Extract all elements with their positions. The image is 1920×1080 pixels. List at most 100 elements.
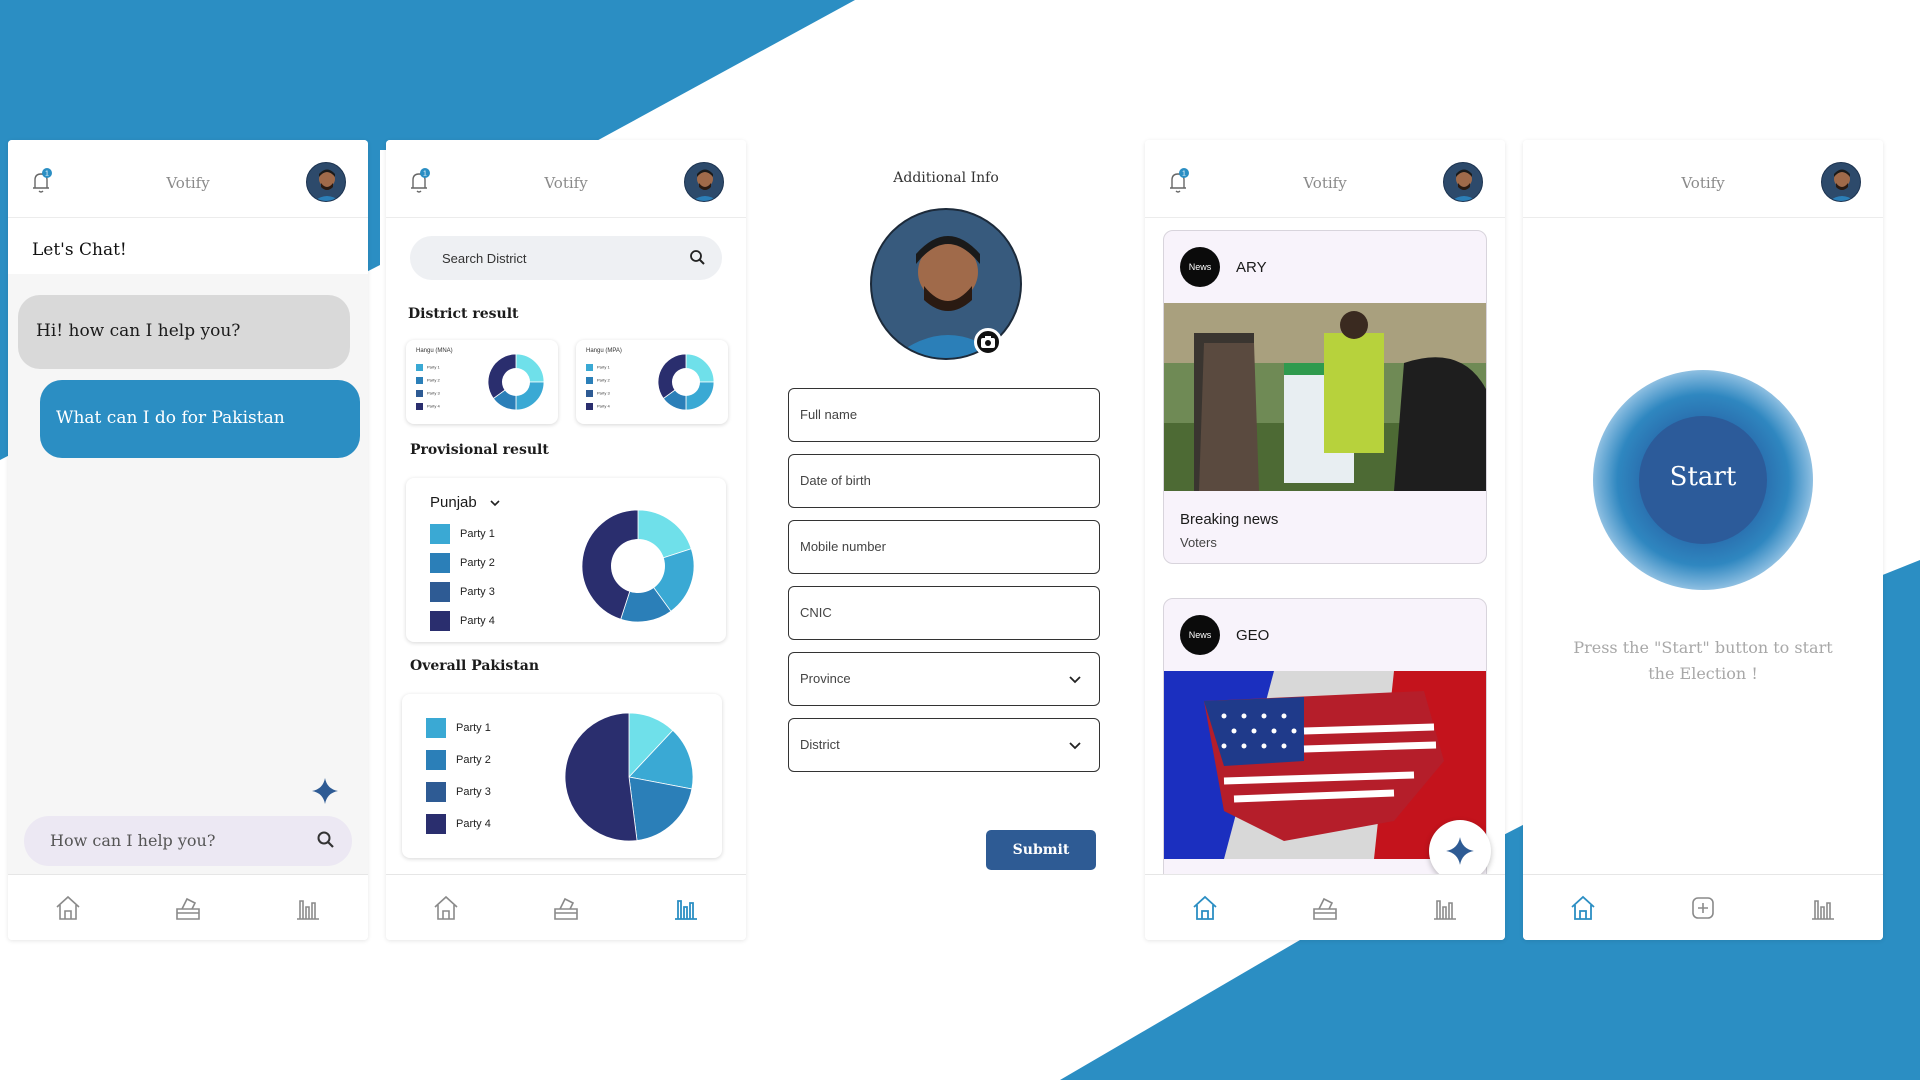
overall-card: Party 1 Party 2 Party 3 Party 4 <box>402 694 722 858</box>
donut-hole <box>502 368 530 396</box>
provisional-card: Punjab Party 1 Party 2 Party 3 Party 4 <box>406 478 726 642</box>
legend-item: Party 4 <box>416 403 440 410</box>
pie-chart-overall <box>564 712 694 842</box>
app-header: 1 Votify <box>1145 140 1505 218</box>
legend-item: Party 1 <box>586 364 610 371</box>
news-logo: News <box>1180 615 1220 655</box>
chevron-down-icon <box>490 500 500 507</box>
chevron-down-icon <box>1069 676 1081 684</box>
results-screen: 1 Votify Search District District result… <box>386 140 746 940</box>
avatar[interactable] <box>306 162 346 202</box>
district-search-placeholder: Search District <box>442 251 527 266</box>
district-result-heading: District result <box>408 306 519 322</box>
chat-input-placeholder: How can I help you? <box>50 831 216 850</box>
province-dropdown-value: Punjab <box>430 494 477 511</box>
start-button[interactable]: Start <box>1639 416 1767 544</box>
dob-placeholder: Date of birth <box>800 473 871 488</box>
district-card-label: Hangu (MPA) <box>586 348 622 354</box>
legend-item: Party 1 <box>416 364 440 371</box>
bottom-nav <box>386 874 746 940</box>
bar-chart-icon[interactable] <box>1806 891 1840 925</box>
search-icon[interactable] <box>688 248 708 268</box>
bottom-nav <box>1145 874 1505 940</box>
district-card-mna[interactable]: Hangu (MNA) Party 1 Party 2 Party 3 Part… <box>406 340 558 424</box>
bar-chart-icon[interactable] <box>291 891 325 925</box>
province-placeholder: Province <box>800 671 851 686</box>
legend-item: Party 1 <box>426 718 491 738</box>
cnic-field[interactable]: CNIC <box>788 586 1100 640</box>
pie-slice-party-4 <box>564 712 638 842</box>
plus-square-icon[interactable] <box>1686 891 1720 925</box>
start-screen: Votify Start Press the "Start" button to… <box>1523 140 1883 940</box>
district-card-label: Hangu (MNA) <box>416 348 453 354</box>
app-header: 1 Votify <box>386 140 746 218</box>
chat-input[interactable]: How can I help you? <box>24 816 352 866</box>
news-image <box>1164 303 1486 491</box>
donut-hole <box>672 368 700 396</box>
news-card-ary[interactable]: News ARY Breaking news Voters <box>1163 230 1487 564</box>
mobile-field[interactable]: Mobile number <box>788 520 1100 574</box>
legend-item: Party 2 <box>586 377 610 384</box>
province-dropdown[interactable]: Punjab <box>430 494 501 511</box>
ballot-box-icon[interactable] <box>1308 891 1342 925</box>
donut-chart-mna <box>487 353 545 411</box>
district-select[interactable]: District <box>788 718 1100 772</box>
mobile-placeholder: Mobile number <box>800 539 886 554</box>
legend-item: Party 4 <box>586 403 610 410</box>
bar-chart-icon[interactable] <box>669 891 703 925</box>
sparkle-icon <box>1446 837 1474 865</box>
start-hint: Press the "Start" button to start the El… <box>1573 638 1833 683</box>
ballot-box-icon[interactable] <box>549 891 583 925</box>
camera-icon[interactable] <box>974 328 1002 356</box>
additional-info-screen: Additional Info Full name Date of birth … <box>766 140 1126 940</box>
legend-item: Party 2 <box>430 553 495 573</box>
home-icon[interactable] <box>51 891 85 925</box>
legend-item: Party 4 <box>426 814 491 834</box>
app-header: 1 Votify <box>8 140 368 218</box>
full-name-placeholder: Full name <box>800 407 858 422</box>
sparkle-icon[interactable] <box>310 776 340 806</box>
avatar[interactable] <box>1821 162 1861 202</box>
bar-chart-icon[interactable] <box>1428 891 1462 925</box>
dob-field[interactable]: Date of birth <box>788 454 1100 508</box>
district-placeholder: District <box>800 737 840 752</box>
news-logo: News <box>1180 247 1220 287</box>
submit-button[interactable]: Submit <box>986 830 1096 870</box>
province-select[interactable]: Province <box>788 652 1100 706</box>
legend-item: Party 2 <box>426 750 491 770</box>
legend-item: Party 2 <box>416 377 440 384</box>
overall-pakistan-heading: Overall Pakistan <box>410 658 540 674</box>
provisional-result-heading: Provisional result <box>410 442 549 458</box>
legend-item: Party 3 <box>586 390 610 397</box>
legend-item: Party 4 <box>430 611 495 631</box>
donut-hole <box>611 539 665 593</box>
cnic-placeholder: CNIC <box>800 605 832 620</box>
home-icon[interactable] <box>429 891 463 925</box>
district-card-mpa[interactable]: Hangu (MPA) Party 1 Party 2 Party 3 Part… <box>576 340 728 424</box>
form-title: Additional Info <box>893 170 999 186</box>
avatar[interactable] <box>684 162 724 202</box>
search-icon[interactable] <box>316 830 336 850</box>
full-name-field[interactable]: Full name <box>788 388 1100 442</box>
home-icon[interactable] <box>1188 891 1222 925</box>
news-headline: Breaking news <box>1180 511 1279 528</box>
donut-chart-provisional <box>581 509 695 623</box>
news-source: ARY <box>1236 259 1267 276</box>
chevron-down-icon <box>1069 742 1081 750</box>
chat-heading: Let's Chat! <box>8 218 368 274</box>
user-message: What can I do for Pakistan <box>40 380 360 458</box>
ballot-box-icon[interactable] <box>171 891 205 925</box>
bottom-nav <box>8 874 368 940</box>
legend-item: Party 3 <box>430 582 495 602</box>
legend-item: Party 3 <box>426 782 491 802</box>
assistant-fab[interactable] <box>1429 820 1491 882</box>
news-screen: 1 Votify News ARY Breaking news Voters N… <box>1145 140 1505 940</box>
app-header: Votify <box>1523 140 1883 218</box>
home-icon[interactable] <box>1566 891 1600 925</box>
news-subtitle: Voters <box>1180 535 1217 550</box>
bot-message: Hi! how can I help you? <box>18 295 350 369</box>
avatar[interactable] <box>1443 162 1483 202</box>
chat-screen: 1 Votify Let's Chat! Hi! how can I help … <box>8 140 368 940</box>
district-search-input[interactable]: Search District <box>410 236 722 280</box>
news-source: GEO <box>1236 627 1270 644</box>
